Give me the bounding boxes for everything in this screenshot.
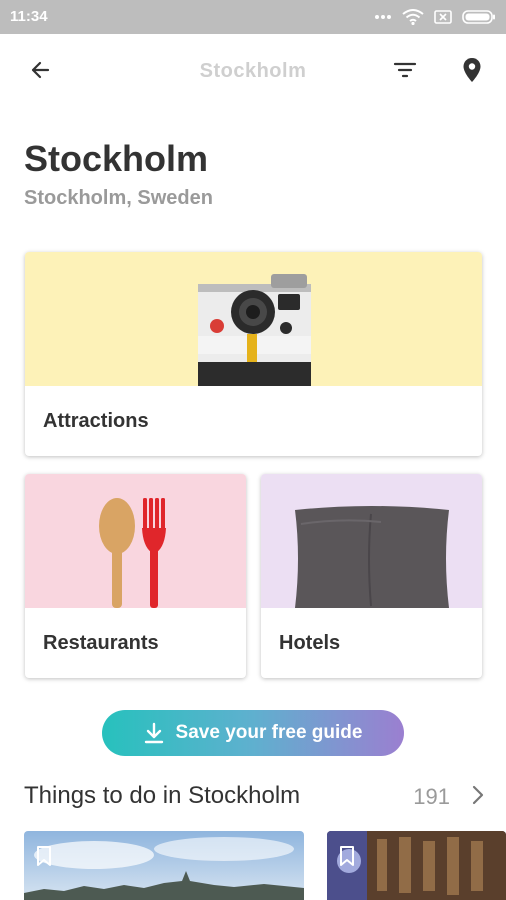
more-dots-icon (375, 15, 391, 19)
back-button[interactable] (18, 48, 62, 92)
attractions-image (25, 252, 482, 386)
chevron-right-icon (472, 785, 484, 805)
back-arrow-icon (31, 61, 50, 79)
filter-icon (393, 62, 417, 78)
map-pin-button[interactable] (450, 48, 494, 92)
toolbar: Stockholm (0, 34, 506, 114)
camera-icon (198, 274, 311, 386)
restaurants-label: Restaurants (43, 632, 159, 654)
restaurants-image (25, 474, 246, 608)
restaurants-card[interactable]: Restaurants (25, 474, 246, 678)
download-icon (144, 722, 163, 744)
battery-icon (462, 10, 495, 24)
hotels-card[interactable]: Hotels (261, 474, 482, 678)
attractions-label: Attractions (43, 410, 149, 432)
attraction-thumbnail[interactable] (24, 831, 304, 900)
bookmark-button[interactable] (339, 845, 355, 872)
see-all-button[interactable] (470, 784, 486, 811)
location-pin-icon (463, 58, 481, 82)
attractions-card[interactable]: Attractions (25, 252, 482, 456)
wifi-icon (402, 9, 424, 25)
filter-button[interactable] (383, 48, 427, 92)
status-icons (374, 8, 496, 26)
save-guide-button[interactable]: Save your free guide (102, 710, 404, 756)
status-time: 11:34 (10, 8, 48, 25)
bookmark-button[interactable] (36, 845, 52, 872)
page-title: Stockholm (24, 138, 209, 179)
spoon-fork-icon (99, 498, 166, 608)
things-to-do-count[interactable]: 191 (413, 784, 450, 810)
bookmark-icon (340, 846, 354, 866)
page-subtitle: Stockholm, Sweden (24, 187, 213, 209)
status-bar: 11:34 (0, 0, 506, 34)
save-guide-label: Save your free guide (175, 722, 363, 743)
attraction-thumbnail[interactable] (327, 831, 506, 900)
things-to-do-title: Things to do in Stockholm (24, 782, 301, 809)
city-skyline-image (24, 831, 304, 900)
sim-icon (434, 10, 452, 24)
toolbar-title: Stockholm (199, 60, 307, 82)
bookmark-icon (37, 846, 51, 866)
pillow-icon (295, 506, 449, 608)
hotels-image (261, 474, 482, 608)
hotels-label: Hotels (279, 632, 341, 654)
